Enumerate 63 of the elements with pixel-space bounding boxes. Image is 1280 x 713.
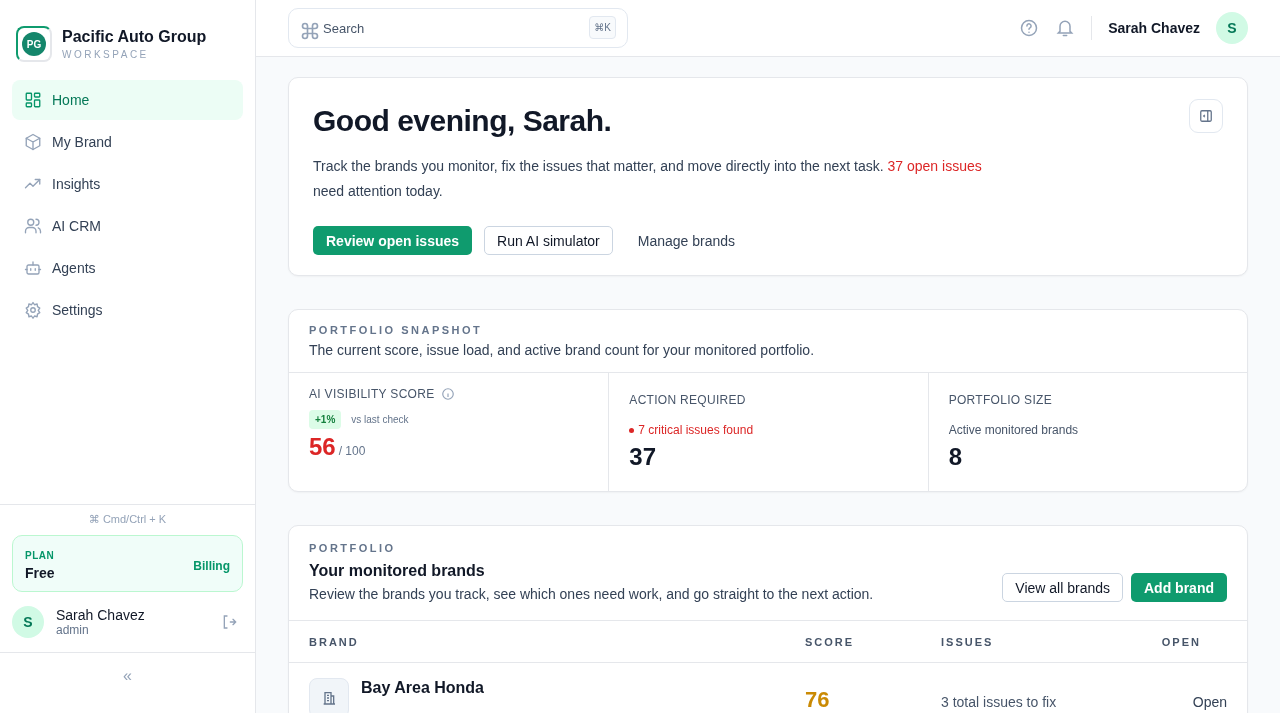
greeting-text: Track the brands you monitor, fix the issues that matter, and move directly into the next task. 37 open issues need attention today. bbox=[313, 157, 983, 201]
metric-label: ACTION REQUIRED bbox=[629, 393, 746, 407]
user-name: Sarah Chavez bbox=[56, 607, 145, 623]
plan-label: PLAN bbox=[25, 550, 55, 561]
section-description: The current score, issue load, and active brand count for your monitored portfolio. bbox=[309, 342, 816, 358]
workspace-label: WORKSPACE bbox=[62, 49, 150, 60]
help-icon[interactable] bbox=[1019, 18, 1040, 38]
action-button[interactable]: Review open issues bbox=[313, 226, 473, 255]
greeting-title: Good evening, Sarah. bbox=[313, 104, 612, 138]
change-badge: +1% bbox=[309, 410, 342, 429]
settings-icon bbox=[24, 301, 42, 319]
issues-count: 3 total issues to fix bbox=[941, 694, 1058, 710]
sidebar-item[interactable]: Settings bbox=[12, 290, 243, 330]
metric-note: Active monitored brands bbox=[948, 423, 1079, 437]
metric-value: 37 bbox=[629, 443, 657, 471]
sidebar-item[interactable]: AI CRM bbox=[12, 206, 243, 246]
section-eyebrow: PORTFOLIO SNAPSHOT bbox=[309, 324, 484, 336]
metric-suffix: / 100 bbox=[338, 444, 366, 458]
cube-icon bbox=[24, 133, 42, 151]
section-title: Your monitored brands bbox=[309, 562, 486, 580]
workspace-name: Pacific Auto Group bbox=[62, 28, 207, 46]
column-header: ISSUES bbox=[941, 635, 995, 648]
panel-toggle-button[interactable] bbox=[1189, 99, 1223, 133]
plan-name: Free bbox=[25, 565, 55, 581]
sidebar-item[interactable]: Insights bbox=[12, 164, 243, 204]
column-header: OPEN bbox=[1160, 635, 1202, 648]
metric-label: AI VISIBILITY SCORE bbox=[309, 387, 455, 401]
user-avatar: S bbox=[12, 606, 44, 638]
command-icon bbox=[300, 21, 320, 41]
alert-dot-icon bbox=[629, 427, 635, 433]
grid-icon bbox=[24, 91, 42, 109]
metric-note: 7 critical issues found bbox=[638, 423, 754, 437]
metric-label: PORTFOLIO SIZE bbox=[948, 393, 1052, 407]
brand-name[interactable]: Bay Area Honda bbox=[361, 679, 484, 697]
sidebar-panel-icon bbox=[1199, 109, 1213, 123]
column-header: BRAND bbox=[309, 635, 360, 648]
user-name: Sarah Chavez bbox=[1108, 20, 1200, 36]
metric-value: 8 bbox=[948, 443, 962, 471]
comparison-note: vs last check bbox=[351, 414, 409, 425]
info-icon[interactable] bbox=[440, 387, 455, 401]
user-role: admin bbox=[56, 623, 90, 637]
sidebar-item[interactable]: Home bbox=[12, 80, 243, 120]
column-header: SCORE bbox=[805, 635, 856, 648]
robot-icon bbox=[24, 259, 42, 277]
shortcut-key: ⌘K bbox=[589, 16, 616, 39]
sidebar-item[interactable]: My Brand bbox=[12, 122, 243, 162]
sidebar-item[interactable]: Agents bbox=[12, 248, 243, 288]
billing-link[interactable]: Billing bbox=[193, 558, 230, 573]
action-button[interactable]: Manage brands bbox=[624, 226, 749, 255]
action-button[interactable]: View all brands bbox=[1002, 573, 1123, 602]
user-avatar[interactable]: S bbox=[1216, 12, 1248, 44]
users-icon bbox=[24, 217, 42, 235]
brand-score: 76 bbox=[805, 687, 831, 713]
shortcut-hint: ⌘ Cmd/Ctrl + K bbox=[88, 513, 167, 526]
notification-icon[interactable] bbox=[1055, 18, 1076, 38]
workspace-logo: PG bbox=[16, 26, 52, 62]
logout-icon[interactable] bbox=[221, 614, 237, 630]
open-link[interactable]: Open bbox=[1137, 694, 1227, 710]
metric-value: 56 bbox=[309, 433, 336, 461]
action-button[interactable]: Add brand bbox=[1131, 573, 1227, 602]
section-description: Review the brands you track, see which ones need work, and go straight to the next action. bbox=[309, 586, 874, 602]
section-eyebrow: PORTFOLIO bbox=[309, 542, 397, 554]
action-button[interactable]: Run AI simulator bbox=[484, 226, 613, 255]
